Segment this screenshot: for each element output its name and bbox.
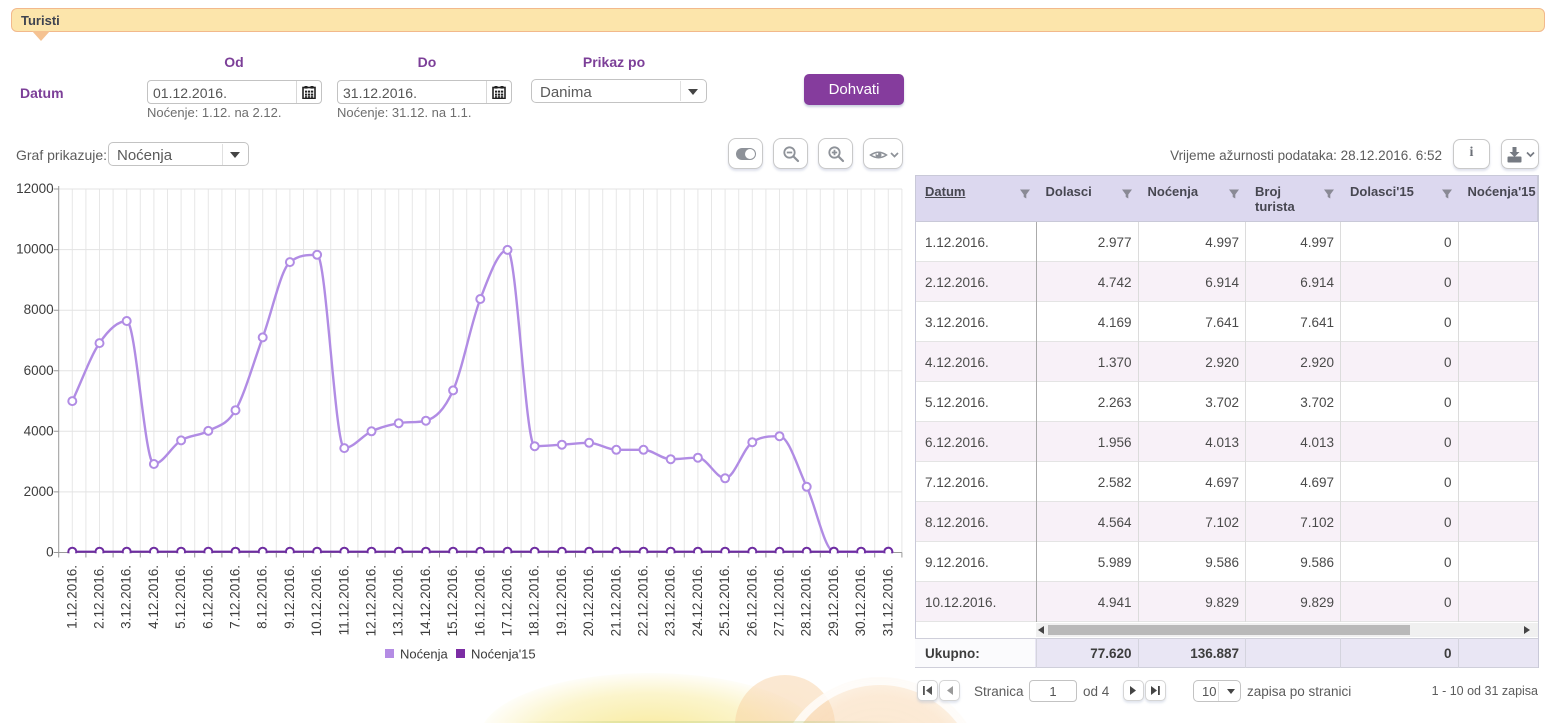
svg-text:23.12.2016.: 23.12.2016. — [663, 565, 678, 636]
svg-text:2.12.2016.: 2.12.2016. — [92, 565, 107, 629]
svg-text:20.12.2016.: 20.12.2016. — [581, 565, 596, 636]
svg-text:1.12.2016.: 1.12.2016. — [64, 565, 79, 629]
svg-text:28.12.2016.: 28.12.2016. — [799, 565, 814, 636]
svg-text:14.12.2016.: 14.12.2016. — [418, 565, 433, 636]
svg-text:0: 0 — [46, 545, 54, 560]
svg-text:24.12.2016.: 24.12.2016. — [690, 565, 705, 636]
svg-text:9.12.2016.: 9.12.2016. — [282, 565, 297, 629]
svg-text:22.12.2016.: 22.12.2016. — [636, 565, 651, 636]
svg-text:8.12.2016.: 8.12.2016. — [255, 565, 270, 629]
svg-text:15.12.2016.: 15.12.2016. — [445, 565, 460, 636]
svg-text:19.12.2016.: 19.12.2016. — [554, 565, 569, 636]
svg-text:30.12.2016.: 30.12.2016. — [853, 565, 868, 636]
svg-text:Noćenja: Noćenja — [400, 647, 448, 662]
svg-text:31.12.2016.: 31.12.2016. — [880, 565, 895, 636]
svg-text:4.12.2016.: 4.12.2016. — [146, 565, 161, 629]
svg-text:10.12.2016.: 10.12.2016. — [309, 565, 324, 636]
svg-text:10000: 10000 — [16, 242, 54, 257]
svg-text:4000: 4000 — [24, 423, 54, 438]
svg-text:12.12.2016.: 12.12.2016. — [364, 565, 379, 636]
svg-text:6000: 6000 — [24, 363, 54, 378]
svg-text:6.12.2016.: 6.12.2016. — [200, 565, 215, 629]
svg-text:11.12.2016.: 11.12.2016. — [336, 565, 351, 635]
svg-text:27.12.2016.: 27.12.2016. — [772, 565, 787, 636]
svg-text:21.12.2016.: 21.12.2016. — [608, 565, 623, 636]
svg-text:2000: 2000 — [24, 484, 54, 499]
svg-text:12000: 12000 — [16, 181, 54, 196]
svg-text:13.12.2016.: 13.12.2016. — [391, 565, 406, 636]
svg-text:16.12.2016.: 16.12.2016. — [472, 565, 487, 636]
svg-text:5.12.2016.: 5.12.2016. — [173, 565, 188, 629]
svg-text:3.12.2016.: 3.12.2016. — [119, 565, 134, 629]
svg-text:29.12.2016.: 29.12.2016. — [826, 565, 841, 636]
svg-text:7.12.2016.: 7.12.2016. — [228, 565, 243, 629]
svg-text:18.12.2016.: 18.12.2016. — [527, 565, 542, 636]
svg-text:8000: 8000 — [24, 302, 54, 317]
svg-text:25.12.2016.: 25.12.2016. — [717, 565, 732, 636]
svg-text:Noćenja'15: Noćenja'15 — [471, 647, 536, 662]
svg-text:17.12.2016.: 17.12.2016. — [500, 565, 515, 636]
svg-text:26.12.2016.: 26.12.2016. — [744, 565, 759, 636]
